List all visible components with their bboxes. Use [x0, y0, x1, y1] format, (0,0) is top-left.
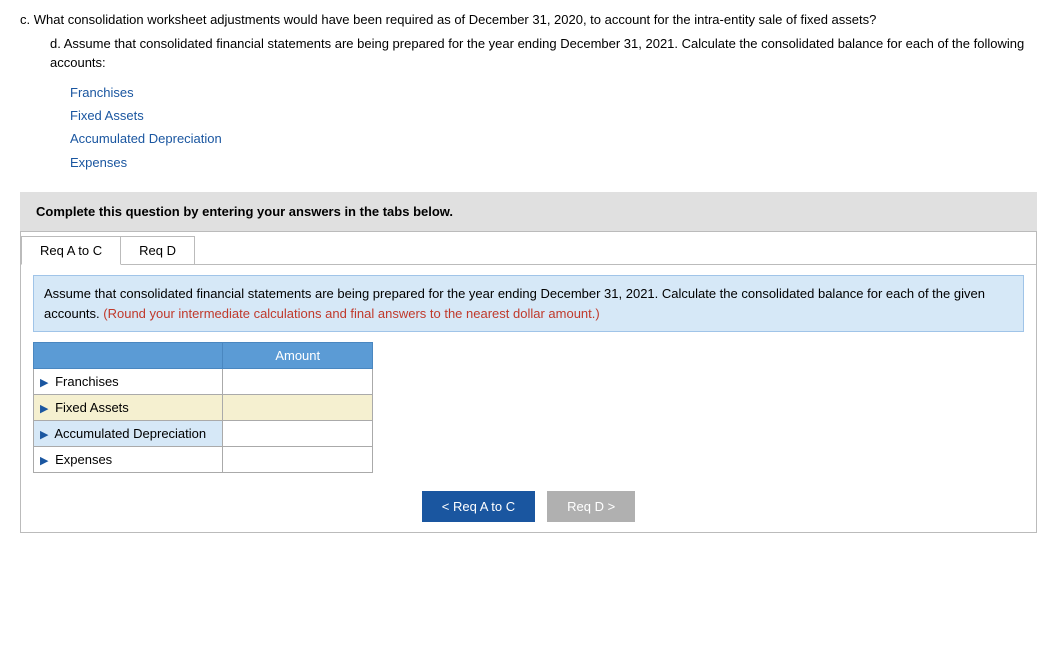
complete-banner: Complete this question by entering your … — [20, 192, 1037, 231]
input-franchises[interactable] — [223, 369, 372, 394]
account-links: Franchises Fixed Assets Accumulated Depr… — [70, 81, 1037, 175]
buttons-row: < Req A to C Req D > — [33, 491, 1024, 522]
table-row: ▶ Accumulated Depreciation — [34, 421, 373, 447]
label-expenses: ▶ Expenses — [34, 447, 223, 473]
answer-table: Amount ▶ Franchises — [33, 342, 373, 473]
tabs-container: Req A to C Req D Assume that consolidate… — [20, 231, 1037, 533]
tab-req-d[interactable]: Req D — [120, 236, 195, 264]
tabs-header: Req A to C Req D — [21, 232, 1036, 265]
label-franchises: ▶ Franchises — [34, 369, 223, 395]
question-c-text: What consolidation worksheet adjustments… — [34, 12, 877, 27]
input-cell-franchises[interactable] — [223, 369, 373, 395]
table-amount-header: Amount — [223, 343, 373, 369]
input-fixed-assets[interactable] — [223, 395, 372, 420]
question-d-text: Assume that consolidated financial state… — [50, 36, 1024, 71]
next-button[interactable]: Req D > — [547, 491, 635, 522]
tab-req-a-to-c[interactable]: Req A to C — [21, 236, 121, 265]
instruction-box: Assume that consolidated financial state… — [33, 275, 1024, 332]
table-row: ▶ Expenses — [34, 447, 373, 473]
tab-content: Assume that consolidated financial state… — [21, 265, 1036, 532]
question-c-label: c. — [20, 12, 30, 27]
link-accumulated-depreciation[interactable]: Accumulated Depreciation — [70, 127, 1037, 150]
question-d-label: d. — [50, 36, 61, 51]
input-cell-expenses[interactable] — [223, 447, 373, 473]
input-cell-fixed-assets[interactable] — [223, 395, 373, 421]
arrow-expenses: ▶ — [40, 454, 48, 467]
input-cell-accumulated-depreciation[interactable] — [223, 421, 373, 447]
input-expenses[interactable] — [223, 447, 372, 472]
link-fixed-assets[interactable]: Fixed Assets — [70, 104, 1037, 127]
table-label-header — [34, 343, 223, 369]
instruction-red-text: (Round your intermediate calculations an… — [103, 306, 599, 321]
prev-button[interactable]: < Req A to C — [422, 491, 535, 522]
arrow-franchises: ▶ — [40, 376, 48, 389]
label-fixed-assets: ▶ Fixed Assets — [34, 395, 223, 421]
table-row: ▶ Fixed Assets — [34, 395, 373, 421]
link-franchises[interactable]: Franchises — [70, 81, 1037, 104]
arrow-fixed-assets: ▶ — [40, 402, 48, 415]
arrow-accumulated-depreciation: ▶ — [40, 428, 48, 441]
table-row: ▶ Franchises — [34, 369, 373, 395]
input-accumulated-depreciation[interactable] — [223, 421, 372, 446]
link-expenses[interactable]: Expenses — [70, 151, 1037, 174]
label-accumulated-depreciation: ▶ Accumulated Depreciation — [34, 421, 223, 447]
